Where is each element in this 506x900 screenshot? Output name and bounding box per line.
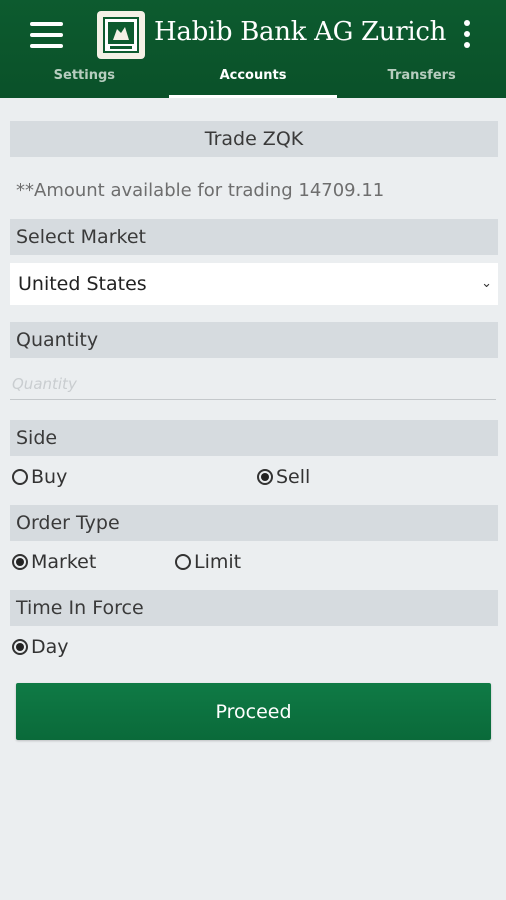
kebab-menu-icon[interactable] <box>460 20 474 50</box>
chevron-down-icon: ⌄ <box>481 276 492 291</box>
tif-section-label: Time In Force <box>10 590 498 626</box>
market-select[interactable]: United States ⌄ <box>10 263 498 305</box>
radio-icon <box>257 469 273 485</box>
brand-title: Habib Bank AG Zurich <box>154 17 447 47</box>
order-type-section-label: Order Type <box>10 505 498 541</box>
side-radio-sell[interactable]: Sell <box>257 466 310 488</box>
radio-icon <box>12 554 28 570</box>
market-section-label: Select Market <box>10 219 498 255</box>
order-type-radio-market[interactable]: Market <box>12 551 96 573</box>
radio-icon <box>12 469 28 485</box>
order-type-radio-limit-label: Limit <box>194 551 242 573</box>
tif-radio-day[interactable]: Day <box>12 636 69 658</box>
side-radio-buy-label: Buy <box>31 466 68 488</box>
available-amount-note: **Amount available for trading 14709.11 <box>16 180 385 201</box>
trade-title: Trade ZQK <box>10 121 498 157</box>
tab-transfers[interactable]: Transfers <box>337 62 506 98</box>
radio-icon <box>175 554 191 570</box>
side-radio-buy[interactable]: Buy <box>12 466 67 488</box>
proceed-button[interactable]: Proceed <box>16 683 491 740</box>
tab-settings[interactable]: Settings <box>0 62 169 98</box>
tab-accounts[interactable]: Accounts <box>168 62 338 98</box>
market-select-value: United States <box>18 273 147 295</box>
side-radio-sell-label: Sell <box>276 466 311 488</box>
radio-icon <box>12 639 28 655</box>
app-bar: Habib Bank AG Zurich Settings Accounts T… <box>0 0 506 98</box>
order-type-radio-market-label: Market <box>31 551 97 573</box>
tif-radio-day-label: Day <box>31 636 69 658</box>
quantity-section-label: Quantity <box>10 322 498 358</box>
order-type-radio-limit[interactable]: Limit <box>175 551 241 573</box>
quantity-input[interactable] <box>10 368 496 400</box>
side-section-label: Side <box>10 420 498 456</box>
bank-logo-icon <box>97 11 145 59</box>
tab-bar: Settings Accounts Transfers <box>0 62 506 98</box>
hamburger-menu-icon[interactable] <box>30 22 64 48</box>
